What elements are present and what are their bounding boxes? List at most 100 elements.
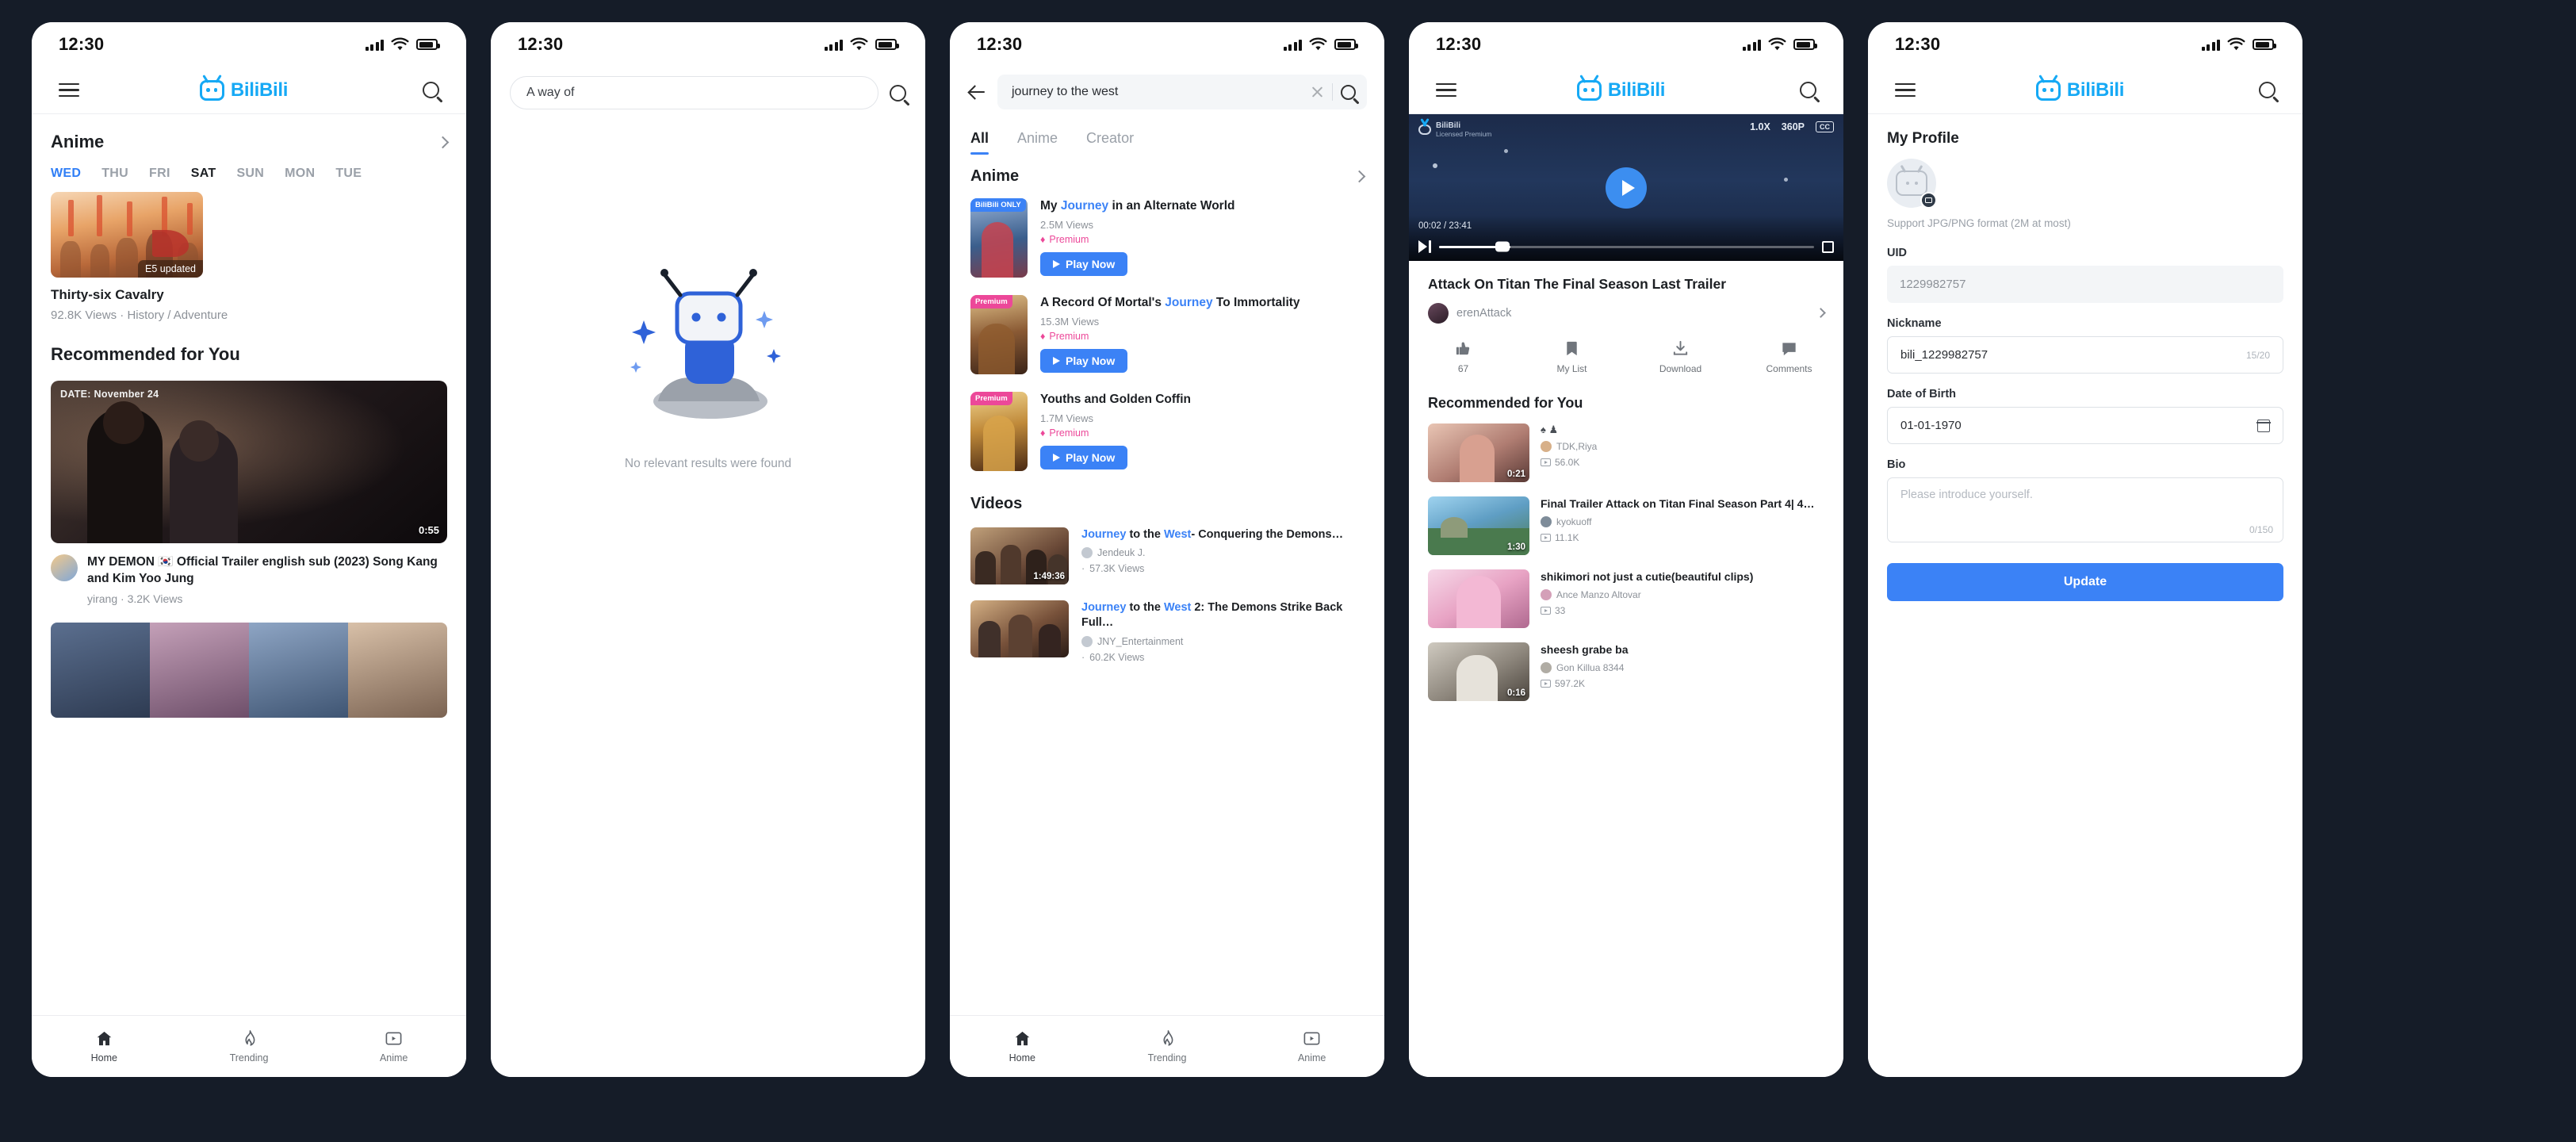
tab-trending-label: Trending — [229, 1052, 269, 1063]
my-list-action[interactable]: My List — [1518, 339, 1626, 374]
clear-icon[interactable] — [1311, 86, 1324, 99]
search-input[interactable]: journey to the west — [1012, 85, 1303, 99]
wifi-icon — [1309, 37, 1327, 50]
result-tabs[interactable]: All Anime Creator — [950, 121, 1384, 155]
signal-icon — [1742, 39, 1761, 51]
player-settings[interactable]: 1.0X 360P CC — [1750, 121, 1834, 132]
profile-form: My Profile Support JPG/PNG format (2M at… — [1868, 114, 2302, 1077]
nickname-field[interactable]: bili_1229982757 15/20 — [1887, 336, 2283, 374]
day-sat[interactable]: SAT — [191, 167, 216, 181]
brand-logo: BiliBili — [2035, 79, 2124, 102]
video-player[interactable]: BiliBili Licensed Premium 1.0X 360P CC 0… — [1409, 114, 1843, 261]
recommendation-thumbnail: 0:21 — [1428, 423, 1529, 482]
search-header[interactable]: journey to the west — [950, 67, 1384, 121]
status-time: 12:30 — [977, 34, 1023, 54]
menu-icon[interactable] — [1895, 82, 1916, 98]
anime-section-header[interactable]: Anime — [51, 114, 450, 160]
home-content: Anime WED THU FRI SAT SUN MON TUE E5 upd… — [32, 114, 466, 1015]
tab-home[interactable]: Home — [950, 1016, 1095, 1077]
tab-trending[interactable]: Trending — [1095, 1016, 1240, 1077]
day-sun[interactable]: SUN — [236, 167, 264, 181]
list-item[interactable]: 0:21 ♠ ♟ TDK,Riya 56.0K — [1409, 416, 1843, 489]
play-button[interactable] — [1606, 167, 1647, 209]
list-item[interactable]: shikimori not just a cutie(beautiful cli… — [1409, 562, 1843, 635]
search-icon[interactable] — [890, 84, 906, 102]
search-field[interactable]: journey to the west — [997, 75, 1367, 109]
like-action[interactable]: 67 — [1409, 339, 1518, 374]
home-icon — [1015, 1031, 1030, 1046]
recommended-header: Recommended for You — [51, 324, 447, 373]
result-badge: Premium — [970, 392, 1012, 405]
play-now-button[interactable]: Play Now — [1040, 446, 1128, 470]
video-actions[interactable]: 67 My List Download Comments — [1409, 324, 1843, 385]
search-input[interactable]: A way of — [510, 76, 878, 109]
comments-action[interactable]: Comments — [1735, 339, 1843, 374]
player-controls[interactable] — [1418, 240, 1834, 253]
tab-trending[interactable]: Trending — [177, 1016, 322, 1077]
list-item[interactable]: Journey to the West 2: The Demons Strike… — [950, 592, 1384, 671]
menu-icon[interactable] — [59, 82, 79, 98]
fullscreen-icon[interactable] — [1822, 240, 1834, 253]
list-item[interactable]: Premium Youths and Golden Coffin 1.7M Vi… — [950, 385, 1384, 482]
day-fri[interactable]: FRI — [149, 167, 170, 181]
tab-anime[interactable]: Anime — [321, 1016, 466, 1077]
thumbs-up-icon — [1456, 342, 1470, 354]
play-now-button[interactable]: Play Now — [1040, 349, 1128, 374]
video-card[interactable]: DATE: November 24 0:55 MY DEMON 🇰🇷 Offic… — [51, 381, 447, 605]
day-wed[interactable]: WED — [51, 167, 81, 181]
tab-creator[interactable]: Creator — [1086, 130, 1134, 155]
anime-card[interactable]: E5 updated Thirty-six Cavalry 92.8K View… — [51, 192, 447, 324]
calendar-icon[interactable] — [2256, 419, 2271, 432]
search-icon[interactable] — [2259, 82, 2276, 98]
play-now-button[interactable]: Play Now — [1040, 252, 1128, 277]
bio-field[interactable]: Please introduce yourself. 0/150 — [1887, 477, 2283, 542]
search-icon[interactable] — [1800, 82, 1816, 98]
day-tue[interactable]: TUE — [335, 167, 362, 181]
search-icon[interactable] — [423, 82, 439, 98]
anime-results-header[interactable]: Anime — [950, 155, 1384, 192]
search-bar[interactable]: A way of — [491, 67, 925, 121]
list-item[interactable]: BiliBili ONLY My Journey in an Alternate… — [950, 192, 1384, 289]
playback-speed[interactable]: 1.0X — [1750, 121, 1770, 132]
trending-icon — [244, 1030, 255, 1046]
progress-knob[interactable] — [1495, 241, 1510, 252]
page-title: My Profile — [1887, 130, 1959, 147]
tab-home[interactable]: Home — [32, 1016, 177, 1077]
chevron-right-icon[interactable] — [1816, 308, 1826, 319]
search-icon[interactable] — [1341, 84, 1356, 100]
bottom-tab-bar[interactable]: Home Trending Anime — [32, 1015, 466, 1077]
menu-icon[interactable] — [1436, 82, 1456, 98]
wifi-icon — [1768, 37, 1786, 50]
poster-carousel[interactable] — [51, 623, 447, 719]
list-item[interactable]: 1:30 Final Trailer Attack on Titan Final… — [1409, 489, 1843, 562]
chevron-right-icon[interactable] — [436, 136, 450, 148]
list-item[interactable]: Premium A Record Of Mortal's Journey To … — [950, 289, 1384, 385]
bottom-tab-bar[interactable]: Home Trending Anime — [950, 1015, 1384, 1077]
skip-next-icon[interactable] — [1418, 240, 1431, 253]
dob-field[interactable]: 01-01-1970 — [1887, 407, 2283, 444]
avatar[interactable] — [1428, 302, 1449, 324]
player-timestamp: 00:02 / 23:41 — [1418, 221, 1472, 231]
tab-all[interactable]: All — [970, 130, 989, 155]
progress-bar[interactable] — [1439, 241, 1814, 252]
weekday-selector[interactable]: WED THU FRI SAT SUN MON TUE — [51, 160, 447, 192]
tab-anime[interactable]: Anime — [1239, 1016, 1384, 1077]
recommendation-views: 33 — [1541, 605, 1824, 616]
avatar[interactable] — [51, 554, 78, 582]
camera-icon[interactable] — [1920, 192, 1937, 209]
captions-icon[interactable]: CC — [1816, 121, 1834, 132]
list-item[interactable]: 0:16 sheesh grabe ba Gon Killua 8344 597… — [1409, 635, 1843, 708]
chevron-right-icon[interactable] — [1353, 170, 1366, 183]
video-author-row[interactable]: erenAttack — [1409, 293, 1843, 324]
avatar-upload[interactable] — [1887, 159, 1937, 209]
tab-anime[interactable]: Anime — [1017, 130, 1058, 155]
video-quality[interactable]: 360P — [1782, 121, 1805, 132]
back-arrow-icon[interactable] — [967, 82, 986, 102]
update-button[interactable]: Update — [1887, 563, 2283, 601]
video-title: Journey to the West- Conquering the Demo… — [1081, 528, 1344, 541]
day-thu[interactable]: THU — [101, 167, 128, 181]
day-mon[interactable]: MON — [285, 167, 315, 181]
list-item[interactable]: 1:49:36 Journey to the West- Conquering … — [950, 519, 1384, 592]
result-title: My Journey in an Alternate World — [1040, 199, 1235, 213]
download-action[interactable]: Download — [1626, 339, 1735, 374]
